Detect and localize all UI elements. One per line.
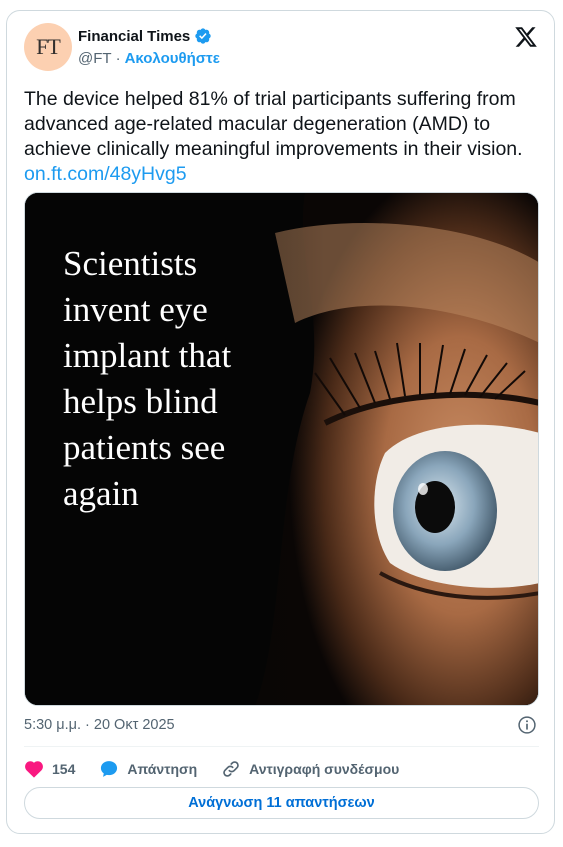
like-count: 154 bbox=[52, 761, 76, 777]
handle-row: @FT · Ακολουθήστε bbox=[78, 50, 220, 67]
reply-label: Απάντηση bbox=[127, 761, 198, 777]
tweet-link[interactable]: on.ft.com/48yHvg5 bbox=[24, 162, 540, 187]
media-headline: Scientists invent eye implant that helps… bbox=[63, 244, 232, 513]
link-icon bbox=[223, 761, 239, 777]
follow-button[interactable]: Ακολουθήστε bbox=[125, 50, 220, 67]
avatar-text: FT bbox=[36, 34, 61, 59]
tweet-media[interactable]: Scientists invent eye implant that helps… bbox=[24, 192, 539, 706]
tweet-text-block: The device helped 81% of trial participa… bbox=[24, 87, 540, 187]
heart-icon bbox=[25, 761, 43, 778]
like-button[interactable]: 154 bbox=[24, 759, 75, 779]
avatar[interactable]: FT bbox=[24, 23, 72, 71]
copy-link-button[interactable]: Αντιγραφή συνδέσμου bbox=[221, 759, 399, 779]
verified-badge-icon bbox=[195, 28, 211, 44]
reply-bubble-icon bbox=[101, 761, 118, 777]
action-bar: 154 Απάντηση Αντιγραφή συνδέσμου bbox=[24, 759, 423, 779]
info-icon[interactable] bbox=[517, 715, 537, 735]
tweet-card: FT Financial Times @FT · Ακολουθήστε The… bbox=[6, 10, 555, 834]
read-replies-button[interactable]: Ανάγνωση 11 απαντήσεων bbox=[24, 787, 539, 819]
author-handle[interactable]: @FT bbox=[78, 50, 112, 67]
tweet-text: The device helped 81% of trial participa… bbox=[24, 88, 523, 160]
reply-button[interactable]: Απάντηση bbox=[99, 759, 197, 779]
timestamp[interactable]: 5:30 μ.μ. · 20 Οκτ 2025 bbox=[24, 717, 175, 733]
separator-dot: · bbox=[115, 50, 121, 67]
x-logo-icon[interactable] bbox=[514, 25, 538, 49]
copy-link-label: Αντιγραφή συνδέσμου bbox=[249, 761, 400, 777]
author-name[interactable]: Financial Times bbox=[78, 28, 190, 45]
divider bbox=[24, 746, 539, 747]
author-row: Financial Times bbox=[78, 27, 212, 45]
